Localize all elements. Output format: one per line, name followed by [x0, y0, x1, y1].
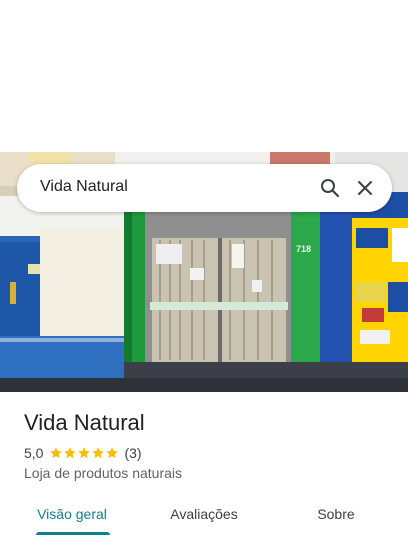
place-title: Vida Natural [24, 410, 145, 435]
place-tabs: Visão geral Avaliações Sobre [0, 496, 408, 544]
store-number: 718 [296, 244, 311, 254]
review-count[interactable]: (3) [124, 445, 141, 461]
close-icon[interactable] [353, 176, 377, 200]
star-icon [106, 447, 119, 459]
blank-map-area [0, 0, 408, 152]
star-icon [92, 447, 105, 459]
search-bar[interactable]: Vida Natural [17, 164, 392, 212]
rating-row[interactable]: 5,0 (3) [24, 444, 142, 462]
star-icon [78, 447, 91, 459]
rating-value: 5,0 [24, 445, 44, 461]
star-icon [50, 447, 63, 459]
search-input[interactable]: Vida Natural [40, 178, 128, 196]
tab-overview[interactable]: Visão geral [24, 496, 120, 536]
place-category[interactable]: Loja de produtos naturais [24, 465, 182, 481]
star-icon [64, 447, 77, 459]
tab-reviews[interactable]: Avaliações [156, 496, 252, 536]
tab-about[interactable]: Sobre [296, 496, 376, 536]
star-rating [49, 446, 119, 460]
active-tab-indicator [36, 532, 110, 535]
search-icon[interactable] [318, 176, 342, 200]
